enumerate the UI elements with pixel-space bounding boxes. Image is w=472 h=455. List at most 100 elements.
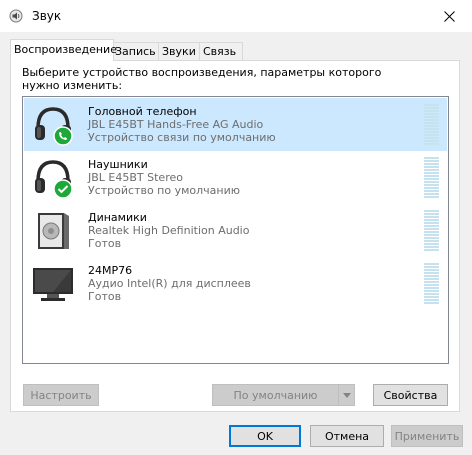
meter-segment	[424, 116, 439, 118]
meter-segment	[424, 143, 439, 145]
meter-segment	[424, 190, 439, 192]
monitor-icon	[31, 262, 75, 306]
device-name: Динамики	[88, 211, 147, 224]
meter-segment	[424, 125, 439, 127]
meter-segment	[424, 140, 439, 142]
meter-segment	[424, 175, 439, 177]
device-description: Realtek High Definition Audio	[88, 224, 250, 237]
level-meter	[424, 210, 439, 254]
set-default-label: По умолчанию	[233, 388, 318, 402]
meter-segment	[424, 184, 439, 186]
meter-segment	[424, 137, 439, 139]
meter-segment	[424, 263, 439, 265]
meter-segment	[424, 290, 439, 292]
title-bar: Звук	[0, 0, 472, 32]
meter-segment	[424, 231, 439, 233]
meter-segment	[424, 249, 439, 251]
device-status: Готов	[88, 237, 122, 250]
meter-segment	[424, 166, 439, 168]
tab-playback[interactable]: Воспроизведение	[10, 39, 117, 61]
device-item-speakers[interactable]: Динамики Realtek High Definition Audio Г…	[24, 204, 447, 257]
meter-segment	[424, 228, 439, 230]
meter-segment	[424, 222, 439, 224]
device-name: 24MP76	[88, 264, 133, 277]
device-name: Наушники	[88, 158, 148, 171]
meter-segment	[424, 219, 439, 221]
tab-sounds[interactable]: Звуки	[158, 42, 202, 60]
meter-segment	[424, 299, 439, 301]
meter-segment	[424, 278, 439, 280]
device-item-headset[interactable]: Головной телефон JBL E45BT Hands-Free AG…	[24, 98, 447, 151]
window-title: Звук	[32, 9, 62, 23]
meter-segment	[424, 272, 439, 274]
meter-segment	[424, 281, 439, 283]
headphones-check-icon	[31, 156, 75, 200]
set-default-button[interactable]: По умолчанию	[212, 384, 355, 406]
meter-segment	[424, 160, 439, 162]
meter-segment	[424, 225, 439, 227]
device-status: Устройство связи по умолчанию	[88, 131, 276, 144]
tab-panel: Выберите устройство воспроизведения, пар…	[10, 60, 460, 412]
device-description: JBL E45BT Hands-Free AG Audio	[88, 118, 264, 131]
meter-segment	[424, 187, 439, 189]
meter-segment	[424, 178, 439, 180]
meter-segment	[424, 110, 439, 112]
configure-button[interactable]: Настроить	[23, 384, 99, 406]
meter-segment	[424, 128, 439, 130]
speaker-box-icon	[31, 209, 75, 253]
meter-segment	[424, 172, 439, 174]
meter-segment	[424, 213, 439, 215]
meter-segment	[424, 157, 439, 159]
level-meter	[424, 263, 439, 307]
meter-segment	[424, 181, 439, 183]
device-item-monitor[interactable]: 24MP76 Аудио Intel(R) для дисплеев Готов	[24, 257, 447, 310]
tab-recording[interactable]: Запись	[111, 42, 161, 60]
meter-segment	[424, 302, 439, 304]
meter-segment	[424, 234, 439, 236]
meter-segment	[424, 287, 439, 289]
ok-button[interactable]: OK	[229, 425, 301, 447]
properties-button[interactable]: Свойства	[373, 384, 448, 406]
speaker-icon	[9, 9, 23, 23]
device-item-headphones[interactable]: Наушники JBL E45BT Stereo Устройство по …	[24, 151, 447, 204]
meter-segment	[424, 104, 439, 106]
meter-segment	[424, 284, 439, 286]
meter-segment	[424, 163, 439, 165]
meter-segment	[424, 122, 439, 124]
meter-segment	[424, 107, 439, 109]
cancel-button[interactable]: Отмена	[310, 425, 384, 447]
meter-segment	[424, 134, 439, 136]
headset-phone-icon	[31, 103, 75, 147]
meter-segment	[424, 246, 439, 248]
meter-segment	[424, 169, 439, 171]
device-name: Головной телефон	[88, 105, 197, 118]
close-button[interactable]	[426, 0, 472, 32]
level-meter	[424, 157, 439, 201]
meter-segment	[424, 193, 439, 195]
meter-segment	[424, 275, 439, 277]
meter-segment	[424, 216, 439, 218]
meter-segment	[424, 269, 439, 271]
device-description: Аудио Intel(R) для дисплеев	[88, 277, 251, 290]
level-meter	[424, 104, 439, 148]
device-status: Готов	[88, 290, 122, 303]
device-status: Устройство по умолчанию	[88, 184, 241, 197]
device-list[interactable]: Головной телефон JBL E45BT Hands-Free AG…	[22, 96, 449, 364]
meter-segment	[424, 266, 439, 268]
meter-segment	[424, 293, 439, 295]
device-description: JBL E45BT Stereo	[88, 171, 183, 184]
meter-segment	[424, 210, 439, 212]
instruction-text: Выберите устройство воспроизведения, пар…	[22, 66, 382, 92]
meter-segment	[424, 119, 439, 121]
apply-button[interactable]: Применить	[391, 425, 463, 447]
tab-communications[interactable]: Связь	[199, 42, 243, 60]
meter-segment	[424, 196, 439, 198]
chevron-down-icon[interactable]	[338, 385, 354, 405]
close-icon	[443, 10, 455, 22]
meter-segment	[424, 113, 439, 115]
meter-segment	[424, 296, 439, 298]
meter-segment	[424, 237, 439, 239]
meter-segment	[424, 240, 439, 242]
meter-segment	[424, 131, 439, 133]
meter-segment	[424, 243, 439, 245]
